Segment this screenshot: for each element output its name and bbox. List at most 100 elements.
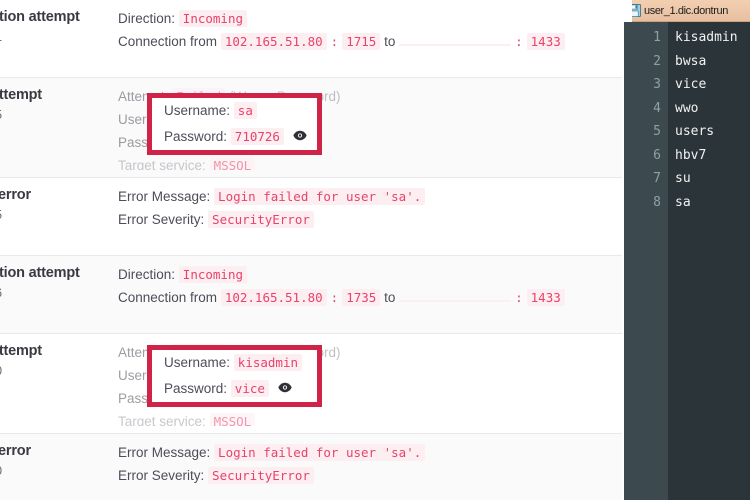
event-title: gin attempt <box>0 87 42 103</box>
line-number: 6 <box>653 147 661 163</box>
event-title: gin attempt <box>0 343 42 359</box>
dictionary-entry: bwsa <box>675 53 707 69</box>
editor-text-area[interactable]: kisadmin bwsa vice wwo users hbv7 su sa <box>668 22 750 500</box>
log-row-meta: ssql error :38:45 <box>0 185 118 248</box>
line-number: 8 <box>653 194 661 210</box>
dictionary-entry: hbv7 <box>675 147 707 163</box>
dictionary-entry: su <box>675 171 691 186</box>
line-number: 5 <box>653 124 661 139</box>
event-timestamp: :38:46 <box>0 283 118 303</box>
dest-sep: : <box>515 290 523 305</box>
password-value: vice <box>230 379 269 397</box>
log-row-details: Direction: Incoming Connection from 102.… <box>118 263 622 326</box>
username-value: kisadmin <box>233 353 303 371</box>
log-row-connection-attempt[interactable]: nnection attempt :38:46 Direction: Incom… <box>0 256 622 334</box>
log-row-meta: nnection attempt :38:46 <box>0 263 118 326</box>
connection-line: Connection from 102.165.51.80:1735 to :1… <box>118 286 622 309</box>
error-severity-label: Error Severity: <box>118 212 205 227</box>
direction-line: Direction: Incoming <box>118 7 622 30</box>
event-title: ssql error <box>0 443 31 459</box>
event-timestamp: :38:45 <box>0 105 118 125</box>
username-label: Username: <box>164 354 231 370</box>
connection-to-label: to <box>384 290 396 305</box>
titlebar-left-strip <box>624 0 632 22</box>
direction-label: Direction: <box>118 267 176 282</box>
error-severity-value: SecurityError <box>208 211 314 228</box>
log-row-details: Error Message: Login failed for user 'sa… <box>118 185 622 248</box>
source-ip: 102.165.51.80 <box>220 289 327 306</box>
event-title: nnection attempt <box>0 9 80 25</box>
dictionary-entry: users <box>675 124 715 139</box>
event-log-panel[interactable]: nnection attempt :38:41 Direction: Incom… <box>0 0 622 500</box>
username-value: sa <box>233 101 257 119</box>
line-number: 2 <box>653 53 661 69</box>
connection-to-label: to <box>384 34 396 49</box>
error-message-line: Error Message: Login failed for user 'sa… <box>118 441 622 464</box>
credential-highlight-box: Username: kisadmin Password: vice <box>147 345 322 407</box>
connection-from-label: Connection from <box>118 290 218 305</box>
dictionary-entry: vice <box>675 77 707 92</box>
log-row-mssql-error[interactable]: ssql error :38:45 Error Message: Login f… <box>0 178 622 256</box>
dest-ip <box>399 300 512 302</box>
error-message-label: Error Message: <box>118 189 211 204</box>
editor-titlebar[interactable]: user_1.dic.dontrun <box>624 0 750 22</box>
text-editor-panel[interactable]: user_1.dic.dontrun 1 2 3 4 5 6 7 8 kisad… <box>622 0 750 500</box>
editor-body[interactable]: 1 2 3 4 5 6 7 8 kisadmin bwsa vice wwo u… <box>624 22 750 500</box>
eye-icon[interactable] <box>278 376 292 402</box>
line-number: 4 <box>653 100 661 116</box>
target-service-line: Target service: MSSQL <box>118 410 622 426</box>
event-timestamp: :38:45 <box>0 205 118 225</box>
password-line: Password: vice <box>164 376 317 402</box>
username-line: Username: kisadmin <box>164 350 317 376</box>
target-service-value: MSSQL <box>209 157 256 170</box>
event-title: nnection attempt <box>0 265 80 281</box>
password-value: 710726 <box>230 127 284 145</box>
log-row-meta: gin attempt :38:45 <box>0 85 118 170</box>
error-message-value: Login failed for user 'sa'. <box>214 188 426 205</box>
error-message-value: Login failed for user 'sa'. <box>214 444 426 461</box>
credential-highlight-box: Username: sa Password: 710726 <box>147 93 322 155</box>
log-row-details: Direction: Incoming Connection from 102.… <box>118 7 622 70</box>
log-row-details: Error Message: Login failed for user 'sa… <box>118 441 622 500</box>
dictionary-entry: sa <box>675 194 691 210</box>
password-label: Password: <box>164 380 228 396</box>
password-label: Password: <box>164 128 228 144</box>
event-timestamp: :38:50 <box>0 461 118 481</box>
dictionary-entry: kisadmin <box>675 30 738 45</box>
log-row-meta: nnection attempt :38:41 <box>0 7 118 70</box>
dest-sep: : <box>515 34 523 49</box>
target-service-value: MSSQL <box>209 413 256 426</box>
log-row-connection-attempt[interactable]: nnection attempt :38:41 Direction: Incom… <box>0 0 622 78</box>
dictionary-entry: wwo <box>675 100 699 116</box>
event-title: ssql error <box>0 187 31 203</box>
log-row-mssql-error[interactable]: ssql error :38:50 Error Message: Login f… <box>0 434 622 500</box>
eye-icon[interactable] <box>293 124 307 150</box>
username-label: Username: <box>164 102 231 118</box>
dest-port: 1433 <box>526 289 565 306</box>
editor-filename: user_1.dic.dontrun <box>644 4 728 17</box>
source-sep: : <box>330 290 339 305</box>
dest-port: 1433 <box>526 33 565 50</box>
error-message-line: Error Message: Login failed for user 'sa… <box>118 185 622 208</box>
line-number-gutter: 1 2 3 4 5 6 7 8 <box>624 22 668 500</box>
username-line: Username: sa <box>164 98 317 124</box>
error-severity-line: Error Severity: SecurityError <box>118 208 622 231</box>
connection-line: Connection from 102.165.51.80:1715 to :1… <box>118 30 622 53</box>
line-number: 3 <box>653 77 661 92</box>
error-severity-value: SecurityError <box>208 467 314 484</box>
dest-ip <box>399 44 512 46</box>
target-service-label: Target service: <box>118 414 206 426</box>
source-port: 1735 <box>342 289 381 306</box>
target-service-line: Target service: MSSQL <box>118 154 622 170</box>
error-severity-label: Error Severity: <box>118 468 205 483</box>
error-message-label: Error Message: <box>118 445 211 460</box>
source-sep: : <box>330 34 339 49</box>
line-number: 7 <box>653 171 661 186</box>
source-port: 1715 <box>342 33 381 50</box>
source-ip: 102.165.51.80 <box>220 33 327 50</box>
direction-value: Incoming <box>178 10 248 27</box>
event-timestamp: :38:50 <box>0 361 118 381</box>
direction-value: Incoming <box>178 266 248 283</box>
log-row-meta: gin attempt :38:50 <box>0 341 118 426</box>
connection-from-label: Connection from <box>118 34 218 49</box>
